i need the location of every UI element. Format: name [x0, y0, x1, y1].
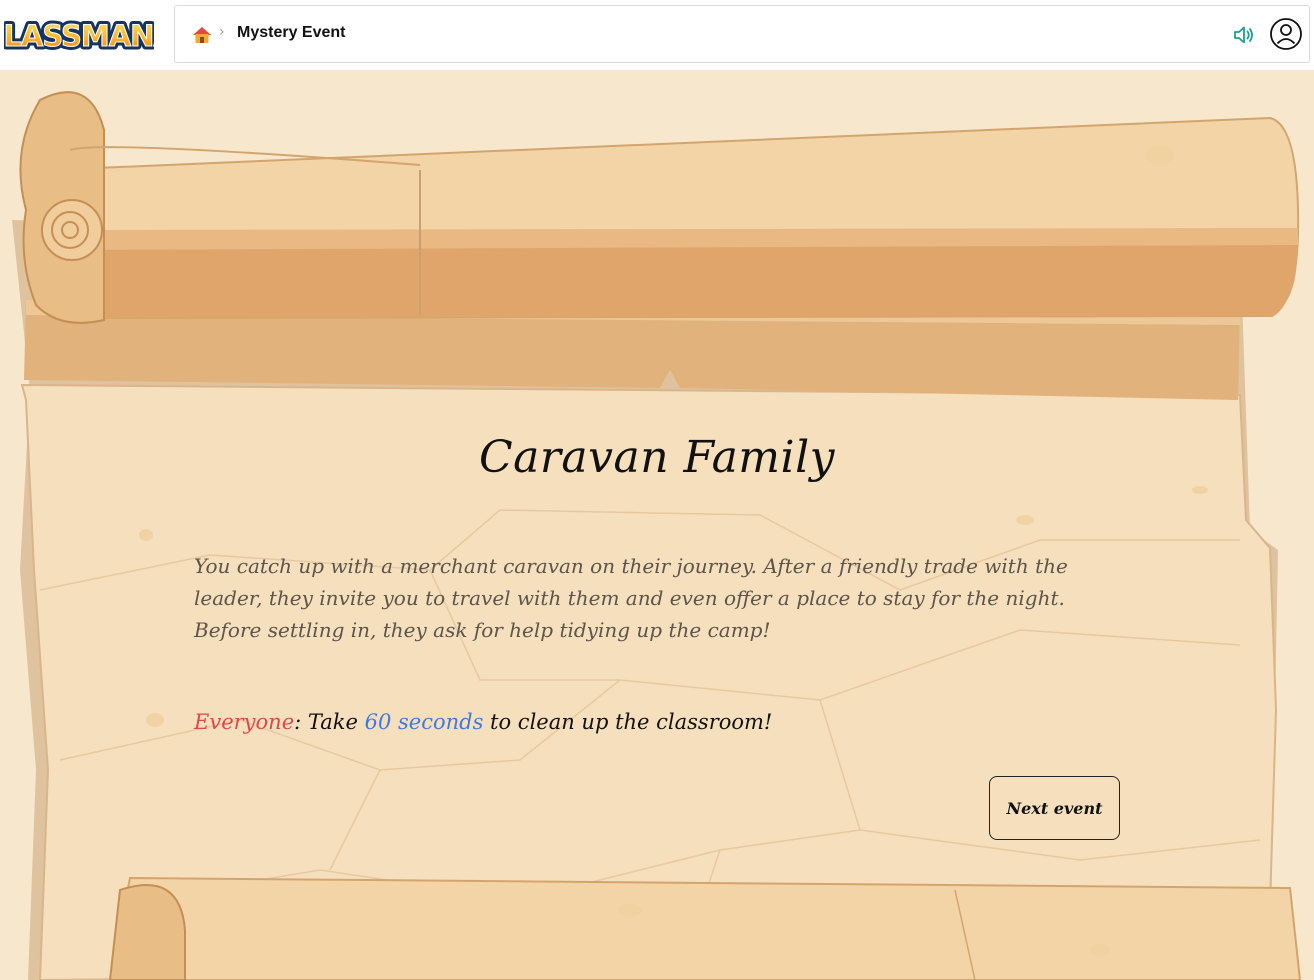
classmana-logo[interactable]: CLASSMANA CLASSMANA: [4, 6, 154, 62]
task-duration: 60 seconds: [364, 710, 484, 734]
event-description: You catch up with a merchant caravan on …: [194, 554, 1068, 642]
breadcrumb: › Mystery Event: [174, 5, 1310, 63]
event-scroll-area: Caravan Family You catch up with a merch…: [0, 70, 1314, 980]
breadcrumb-current: Mystery Event: [237, 24, 346, 41]
svg-text:CLASSMANA: CLASSMANA: [4, 19, 154, 53]
next-event-button[interactable]: Next event: [989, 776, 1120, 840]
task-text-suffix: to clean up the classroom!: [483, 710, 773, 734]
task-target: Everyone: [194, 710, 295, 734]
parchment-scroll-illustration: [0, 70, 1314, 980]
task-text-prefix: : Take: [294, 710, 365, 734]
user-icon[interactable]: [1269, 17, 1303, 51]
speaker-icon[interactable]: [1231, 22, 1257, 48]
event-task: Everyone: Take 60 seconds to clean up th…: [194, 710, 1094, 734]
event-title: Caravan Family: [478, 432, 836, 483]
top-bar: CLASSMANA CLASSMANA › Mystery Event: [0, 0, 1314, 70]
breadcrumb-separator: ›: [219, 24, 225, 40]
home-icon[interactable]: [191, 24, 213, 46]
